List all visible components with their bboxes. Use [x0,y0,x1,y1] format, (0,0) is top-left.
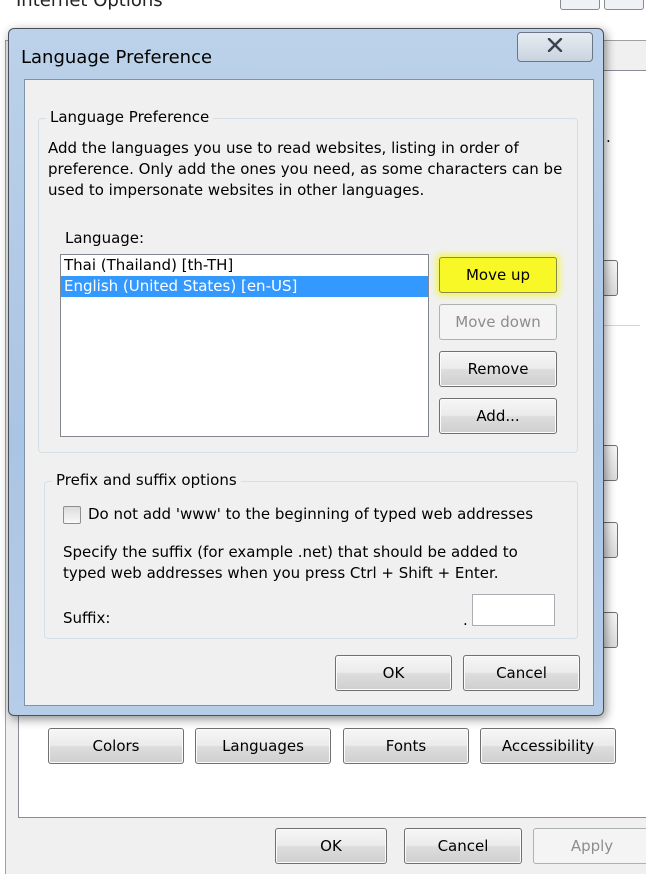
no-www-checkbox[interactable] [63,506,81,524]
suffix-label: Suffix: [63,609,111,627]
dialog-body: Language Preference Add the languages yo… [24,79,594,706]
close-window-button[interactable] [604,0,644,10]
bg-divider [600,325,640,326]
language-item-english[interactable]: English (United States) [en-US] [61,276,428,297]
fonts-button[interactable]: Fonts [343,728,469,764]
internet-options-title: Internet Options [16,0,163,11]
dialog-cancel-button[interactable]: Cancel [463,655,580,691]
internet-options-ok-button[interactable]: OK [275,828,387,864]
language-preference-group: Language Preference Add the languages yo… [38,108,578,453]
remove-button[interactable]: Remove [439,351,557,387]
languages-button[interactable]: Languages [195,728,331,764]
internet-options-cancel-button[interactable]: Cancel [404,828,522,864]
dialog-close-button[interactable] [517,32,593,62]
suffix-help-text: Specify the suffix (for example .net) th… [63,543,518,582]
language-group-legend: Language Preference [46,108,214,126]
no-www-checkbox-label[interactable]: Do not add 'www' to the beginning of typ… [88,504,533,525]
prefix-group-legend: Prefix and suffix options [52,471,241,489]
language-item-thai[interactable]: Thai (Thailand) [th-TH] [61,255,428,276]
move-down-button[interactable]: Move down [439,304,557,340]
language-preference-dialog: Language Preference Language Preference … [8,28,604,716]
dialog-title: Language Preference [21,47,213,68]
language-description: Add the languages you use to read websit… [48,139,563,199]
prefix-suffix-group: Prefix and suffix options Do not add 'ww… [44,471,578,639]
close-icon [547,37,563,56]
colors-button[interactable]: Colors [48,728,184,764]
help-button[interactable] [560,0,600,10]
bg-text-fragment: . [606,128,611,146]
language-listbox[interactable]: Thai (Thailand) [th-TH] English (United … [60,254,429,437]
window-controls [560,0,646,10]
apply-button[interactable]: Apply [533,828,646,864]
suffix-input[interactable] [472,594,555,626]
language-list-label: Language: [65,229,145,247]
suffix-dot: . [463,611,468,629]
add-language-button[interactable]: Add... [439,398,557,434]
accessibility-button[interactable]: Accessibility [480,728,616,764]
move-up-button[interactable]: Move up [439,257,557,293]
dialog-ok-button[interactable]: OK [335,655,452,691]
